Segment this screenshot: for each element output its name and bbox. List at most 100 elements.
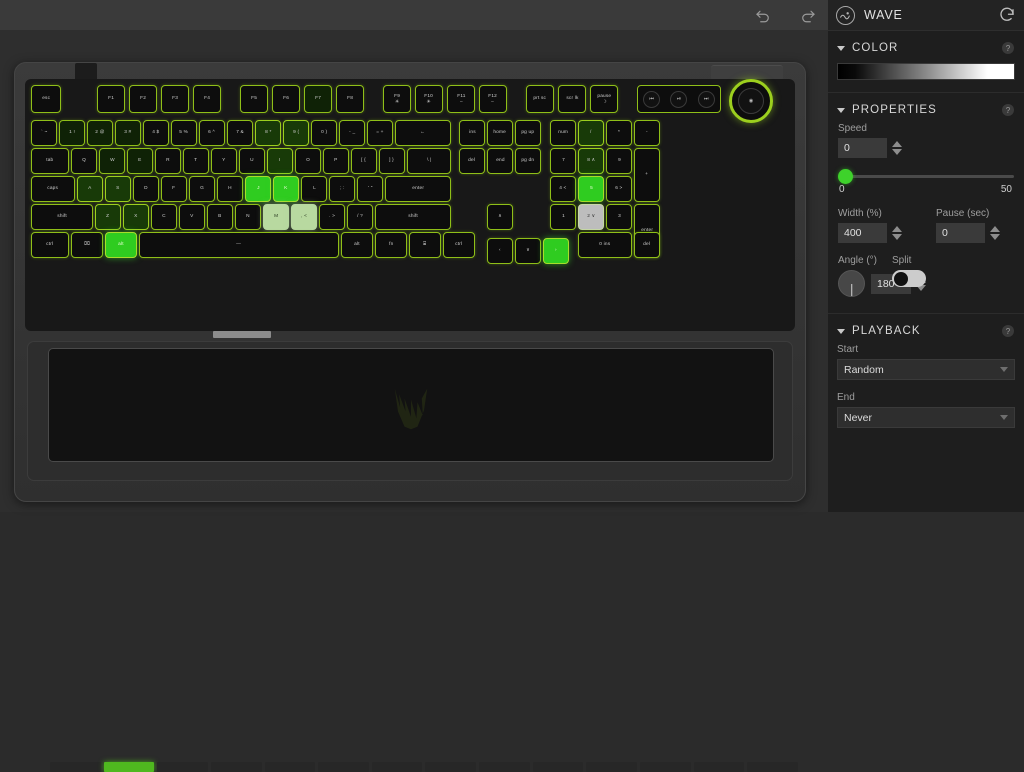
width-stepper[interactable] (892, 226, 902, 240)
key-v[interactable]: V (179, 204, 205, 230)
key-ctrl[interactable]: ctrl (31, 232, 69, 258)
redo-button[interactable] (797, 4, 819, 26)
stepper-down-icon[interactable] (990, 234, 1000, 240)
key-u[interactable]: U (239, 148, 265, 174)
section-header-playback[interactable]: PLAYBACK ? (828, 314, 1024, 344)
stepper-up-icon[interactable] (892, 141, 902, 147)
pause-stepper[interactable] (990, 226, 1000, 240)
media-button-2[interactable]: ⏭ (697, 90, 715, 108)
key-num[interactable]: num (550, 120, 576, 146)
speed-stepper[interactable] (892, 141, 902, 155)
key-2[interactable]: 2 @ (87, 120, 113, 146)
key-e[interactable]: E (127, 148, 153, 174)
help-icon-properties[interactable]: ? (1002, 104, 1014, 116)
key-[interactable]: / (578, 120, 604, 146)
key-ctrl[interactable]: ctrl (443, 232, 475, 258)
key-del[interactable]: del (459, 148, 485, 174)
key-4[interactable]: 4 $ (143, 120, 169, 146)
key-enter[interactable]: enter (385, 176, 451, 202)
split-toggle[interactable] (892, 270, 926, 287)
key-[interactable]: / ? (347, 204, 373, 230)
key-a[interactable]: A (77, 176, 103, 202)
key-esc[interactable]: esc (31, 85, 61, 113)
key-f3[interactable]: F3 (161, 85, 189, 113)
key-5[interactable]: 5 (578, 176, 604, 202)
key-[interactable]: — (139, 232, 339, 258)
key-z[interactable]: Z (95, 204, 121, 230)
key-end[interactable]: end (487, 148, 513, 174)
end-select[interactable]: Never (837, 407, 1015, 428)
speed-slider[interactable]: 0 50 (838, 168, 1014, 196)
key-alt[interactable]: alt (105, 232, 137, 258)
key-f4[interactable]: F4 (193, 85, 221, 113)
key-f[interactable]: F (161, 176, 187, 202)
key-h[interactable]: H (217, 176, 243, 202)
key-[interactable]: ; : (329, 176, 355, 202)
chevron-down-icon[interactable] (837, 45, 845, 51)
key-ins[interactable]: ins (459, 120, 485, 146)
key-k[interactable]: K (273, 176, 299, 202)
key-[interactable]: [ { (351, 148, 377, 174)
key-3[interactable]: 3 # (115, 120, 141, 146)
keyboard[interactable]: esc F1 F2 F3 F4 F5 F6 F7 F8 F9 ☀ F10 ☀ F11 – F12 – pr… (25, 79, 795, 331)
key-t[interactable]: T (183, 148, 209, 174)
help-icon-playback[interactable]: ? (1002, 325, 1014, 337)
key-del[interactable]: del (634, 232, 660, 258)
key-[interactable]: . > (319, 204, 345, 230)
key-l[interactable]: L (301, 176, 327, 202)
key-pgup[interactable]: pg up (515, 120, 541, 146)
stepper-up-icon[interactable] (990, 226, 1000, 232)
key-6[interactable]: 6 ^ (199, 120, 225, 146)
key-f9[interactable]: F9 ☀ (383, 85, 411, 113)
key-4[interactable]: 4 < (550, 176, 576, 202)
stepper-down-icon[interactable] (892, 234, 902, 240)
key-d[interactable]: D (133, 176, 159, 202)
key-[interactable]: ∨ (515, 238, 541, 264)
key-f12[interactable]: F12 – (479, 85, 507, 113)
key-o[interactable]: O (295, 148, 321, 174)
help-icon-color[interactable]: ? (1002, 42, 1014, 54)
key-f6[interactable]: F6 (272, 85, 300, 113)
section-header-properties[interactable]: PROPERTIES ? (828, 93, 1024, 123)
key-[interactable]: ` ~ (31, 120, 57, 146)
pause-input[interactable]: 0 (936, 223, 985, 243)
key-1[interactable]: 1 ! (59, 120, 85, 146)
volume-dial[interactable]: ◉ (729, 79, 773, 123)
stepper-down-icon[interactable] (892, 149, 902, 155)
key-9[interactable]: 9 ( (283, 120, 309, 146)
key-scrlk[interactable]: scr lk (558, 85, 586, 113)
key-8[interactable]: 8 * (255, 120, 281, 146)
speed-slider-track[interactable] (846, 175, 1014, 178)
media-key-strip[interactable]: ⏮ ⏯ ⏭ (637, 85, 721, 113)
key-5[interactable]: 5 % (171, 120, 197, 146)
undo-button[interactable] (752, 4, 774, 26)
key-c[interactable]: C (151, 204, 177, 230)
chevron-down-icon[interactable] (1000, 415, 1008, 420)
key-p[interactable]: P (323, 148, 349, 174)
key-7[interactable]: 7 (550, 148, 576, 174)
speed-input[interactable]: 0 (838, 138, 887, 158)
key-[interactable]: › (543, 238, 569, 264)
trackpad[interactable] (48, 348, 774, 462)
media-button-0[interactable]: ⏮ (643, 90, 661, 108)
chevron-down-icon[interactable] (837, 328, 845, 334)
key-1[interactable]: 1 (550, 204, 576, 230)
key-[interactable]: - (634, 120, 660, 146)
key-f8[interactable]: F8 (336, 85, 364, 113)
key-f1[interactable]: F1 (97, 85, 125, 113)
speed-slider-handle[interactable] (838, 169, 853, 184)
key-[interactable]: ∧ (487, 204, 513, 230)
key-r[interactable]: R (155, 148, 181, 174)
key-8[interactable]: 8 ∧ (578, 148, 604, 174)
key-[interactable]: ⌧ (71, 232, 103, 258)
key-f10[interactable]: F10 ☀ (415, 85, 443, 113)
key-f7[interactable]: F7 (304, 85, 332, 113)
key-q[interactable]: Q (71, 148, 97, 174)
key-0ins[interactable]: 0 ins (578, 232, 632, 258)
key-b[interactable]: B (207, 204, 233, 230)
key-[interactable]: , < (291, 204, 317, 230)
section-header-color[interactable]: COLOR ? (828, 31, 1024, 61)
key-j[interactable]: J (245, 176, 271, 202)
key-3[interactable]: 3 (606, 204, 632, 230)
start-select[interactable]: Random (837, 359, 1015, 380)
